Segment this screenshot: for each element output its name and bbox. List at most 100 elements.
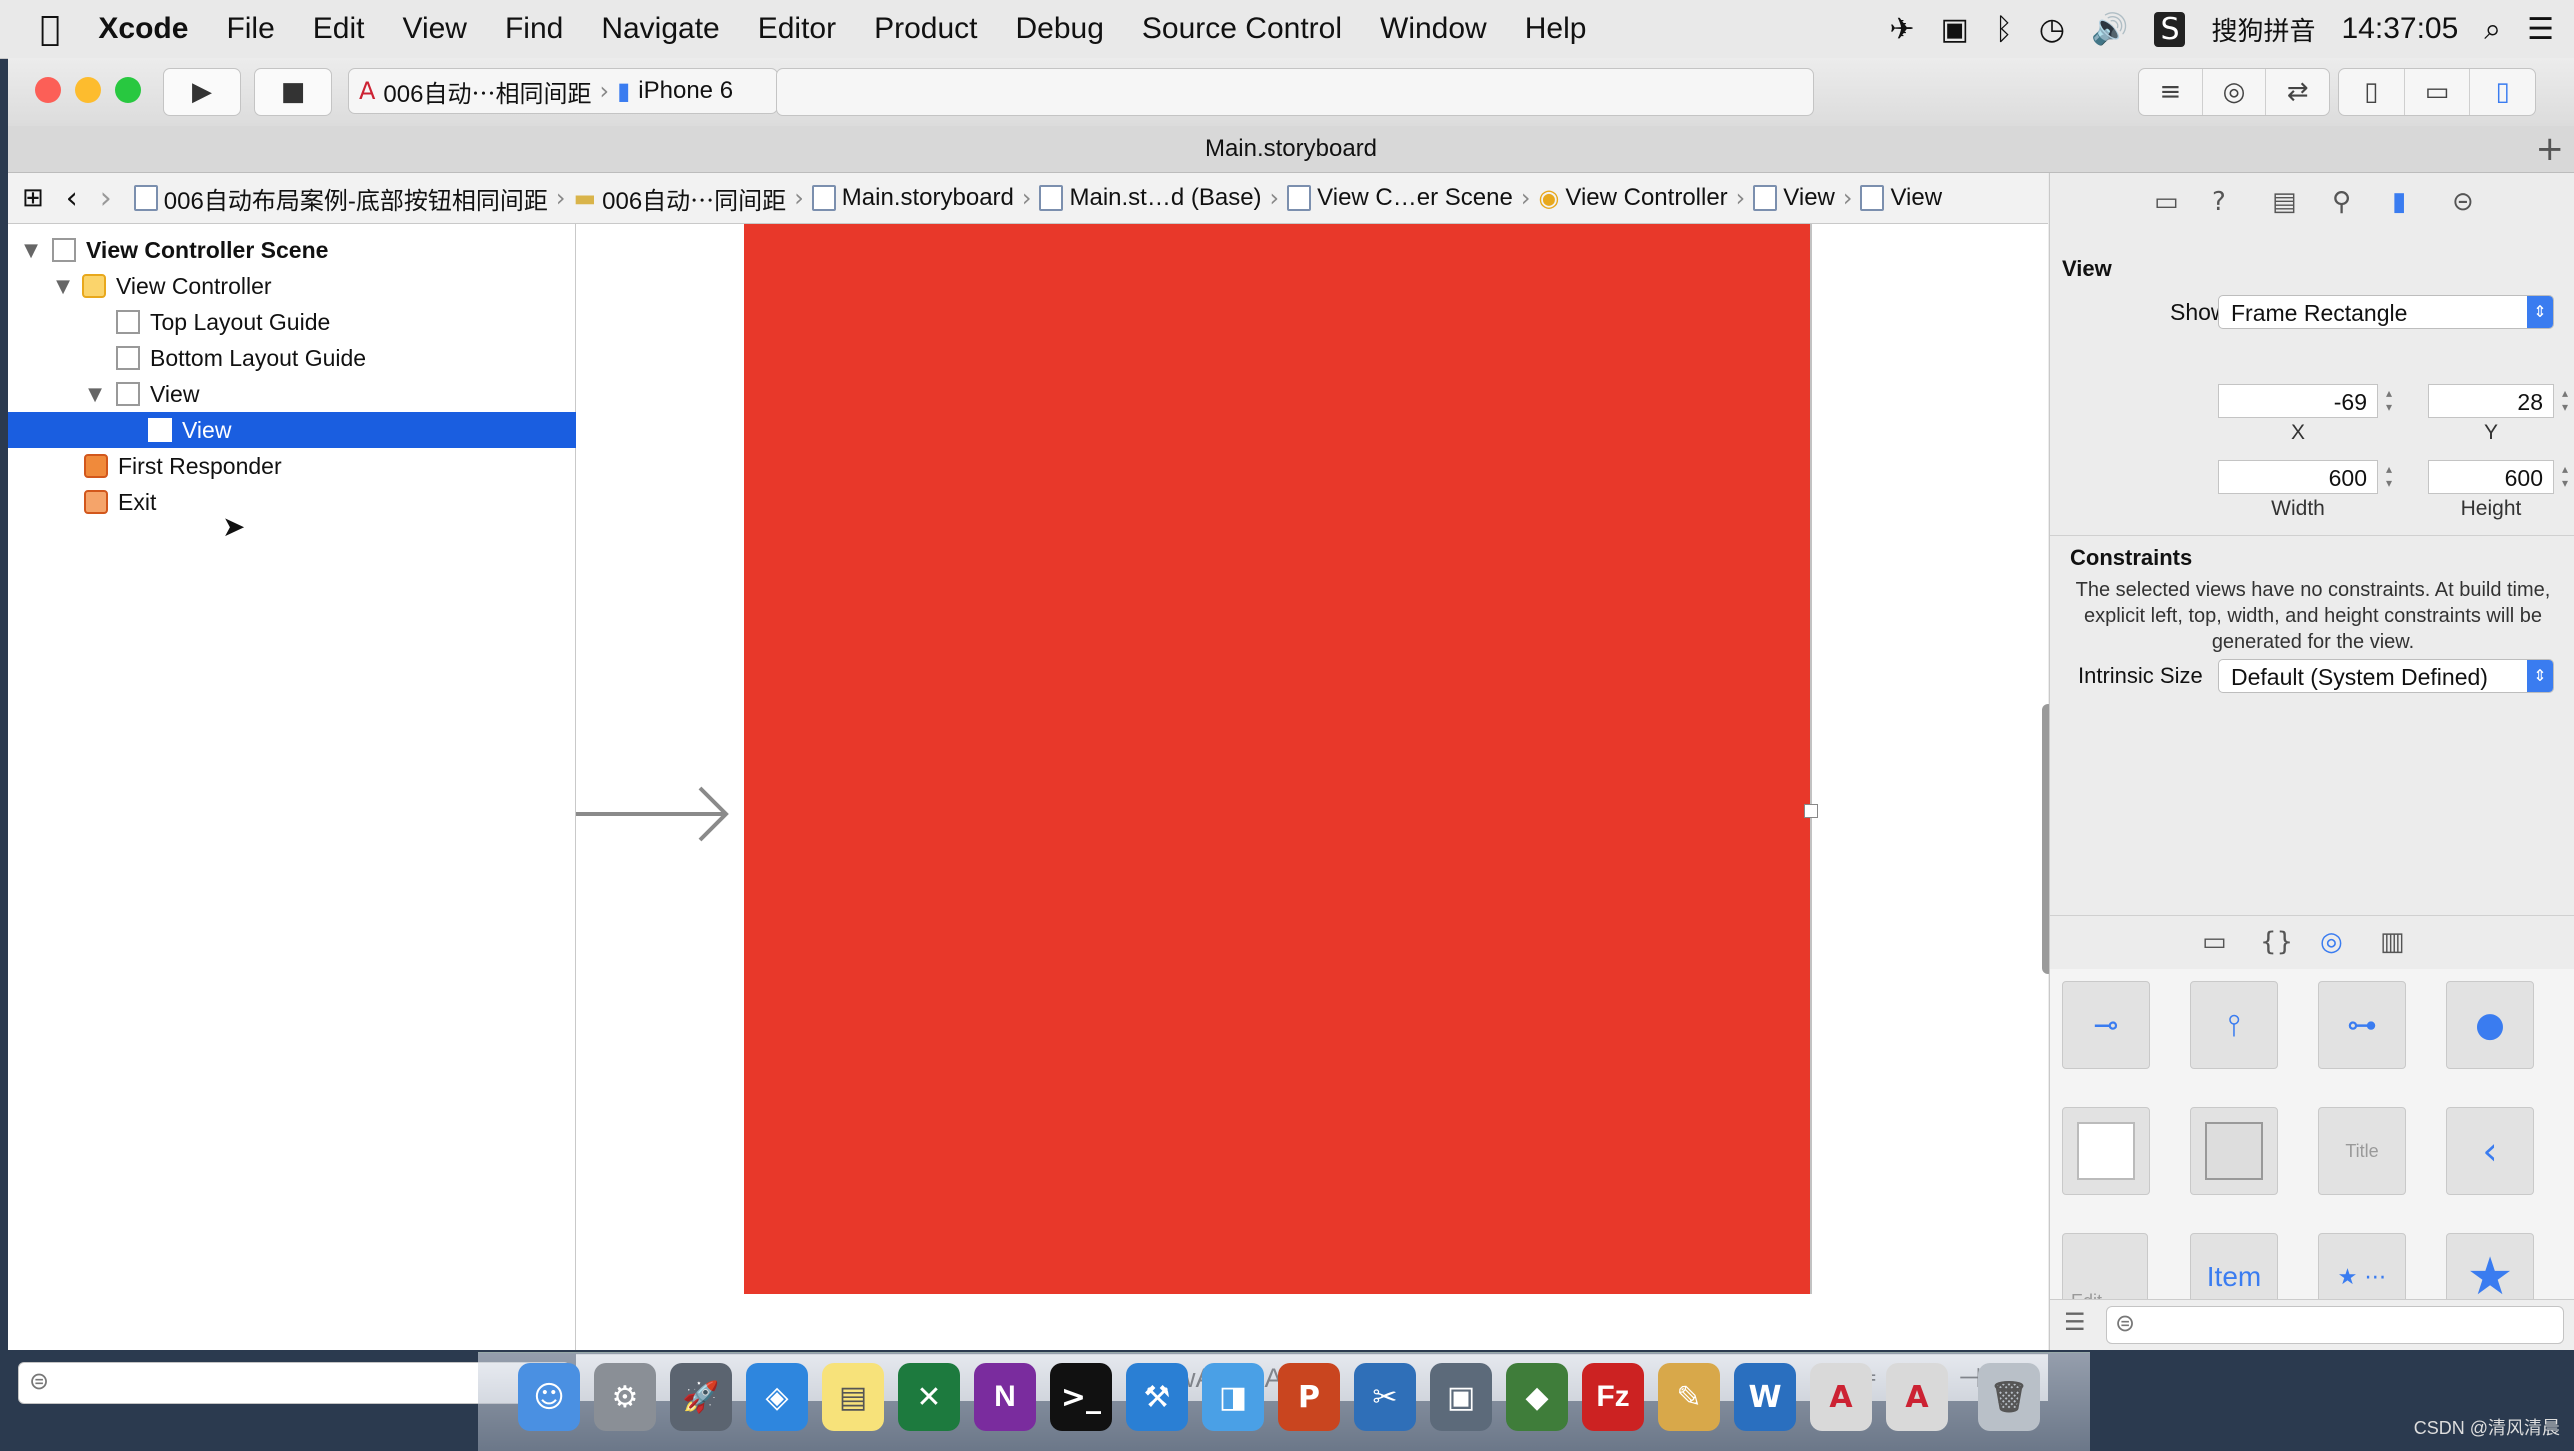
- file-inspector-icon[interactable]: ▭: [2154, 187, 2179, 217]
- filezilla-icon[interactable]: Fz: [1582, 1363, 1644, 1431]
- width-stepper[interactable]: ▴ ▾: [2382, 462, 2396, 492]
- identity-inspector-icon[interactable]: ▤: [2272, 187, 2297, 217]
- screenshot-tool-icon[interactable]: ✂: [1354, 1363, 1416, 1431]
- script-editor-icon[interactable]: ✎: [1658, 1363, 1720, 1431]
- outline-item-view-controller[interactable]: ▼ View Controller: [8, 268, 619, 304]
- back-icon[interactable]: ‹: [48, 181, 82, 216]
- assistant-editor-icon[interactable]: ◎: [2203, 69, 2267, 115]
- xcode-icon[interactable]: ⚒: [1126, 1363, 1188, 1431]
- outline-item-exit[interactable]: Exit: [8, 484, 651, 520]
- library-slider[interactable]: ⊸: [2062, 981, 2150, 1069]
- app-installer-icon[interactable]: A: [1886, 1363, 1948, 1431]
- resize-handle[interactable]: [1804, 804, 1818, 818]
- file-template-library-icon[interactable]: ▭: [2202, 927, 2227, 957]
- quick-help-icon[interactable]: ?: [2212, 187, 2226, 217]
- attributes-inspector-icon[interactable]: ⚲: [2332, 187, 2351, 217]
- outline-item-scene[interactable]: ▼ View Controller Scene: [8, 232, 587, 268]
- jump-view-controller[interactable]: ◉ View Controller: [1534, 184, 1731, 212]
- add-tab-icon[interactable]: +: [2536, 126, 2565, 172]
- stop-button[interactable]: ■: [254, 68, 332, 116]
- menu-edit[interactable]: Edit: [294, 12, 384, 46]
- menu-file[interactable]: File: [207, 12, 293, 46]
- library-container-view[interactable]: [2190, 1107, 2278, 1195]
- bluetooth-icon[interactable]: ᛒ: [1995, 12, 2013, 47]
- selected-red-view[interactable]: [744, 224, 1812, 1294]
- menu-help[interactable]: Help: [1506, 12, 1606, 46]
- jump-view[interactable]: View: [1749, 184, 1839, 212]
- width-field[interactable]: 600: [2218, 460, 2378, 494]
- run-button[interactable]: ▶: [163, 68, 241, 116]
- input-method-label[interactable]: 搜狗拼音: [2211, 11, 2315, 48]
- scheme-selector[interactable]: A 006自动⋯相同间距 › ▮ iPhone 6: [348, 68, 778, 114]
- disclosure-open-icon[interactable]: ▼: [20, 240, 42, 261]
- word-icon[interactable]: W: [1734, 1363, 1796, 1431]
- library-back-item[interactable]: ‹: [2446, 1107, 2534, 1195]
- storyboard-canvas[interactable]: ▯ wAny hAny ⊫ ⊢ ⊣ ⊡: [576, 224, 2054, 1401]
- launchpad-icon[interactable]: 🚀: [670, 1363, 732, 1431]
- version-editor-icon[interactable]: ⇄: [2266, 69, 2329, 115]
- list-view-toggle-icon[interactable]: ☰: [2064, 1308, 2086, 1336]
- terminal-icon[interactable]: >_: [1050, 1363, 1112, 1431]
- library-progress[interactable]: ⫯: [2190, 981, 2278, 1069]
- library-view[interactable]: [2062, 1107, 2150, 1195]
- jump-storyboard-base[interactable]: Main.st…d (Base): [1035, 184, 1265, 212]
- menu-product[interactable]: Product: [855, 12, 996, 46]
- migration-icon[interactable]: ◆: [1506, 1363, 1568, 1431]
- code-snippet-library-icon[interactable]: {}: [2260, 927, 2293, 957]
- jump-storyboard[interactable]: Main.storyboard: [808, 184, 1018, 212]
- minimize-window-button[interactable]: [75, 77, 101, 103]
- intrinsic-size-popup[interactable]: Default (System Defined) ⇕: [2218, 659, 2554, 693]
- apple-menu-icon[interactable]: : [0, 9, 79, 49]
- size-inspector-icon[interactable]: ▮: [2392, 187, 2406, 217]
- menu-navigate[interactable]: Navigate: [582, 12, 738, 46]
- height-field[interactable]: 600: [2428, 460, 2554, 494]
- spotlight-search-icon[interactable]: ⌕: [2484, 12, 2501, 47]
- jump-group[interactable]: ▬ 006自动⋯同间距: [569, 181, 790, 216]
- library-filter-field[interactable]: ⊜: [2106, 1306, 2564, 1344]
- x-field[interactable]: -69: [2218, 384, 2378, 418]
- notes-icon[interactable]: ▤: [822, 1363, 884, 1431]
- related-items-icon[interactable]: ⊞: [8, 183, 48, 213]
- forward-icon[interactable]: ›: [82, 181, 116, 216]
- outline-item-view[interactable]: ▼ View: [8, 376, 651, 412]
- trash-icon[interactable]: 🗑: [1978, 1363, 2040, 1431]
- menu-editor[interactable]: Editor: [739, 12, 855, 46]
- utilities-toggle-icon[interactable]: ▯: [2470, 69, 2535, 115]
- photo-booth-icon[interactable]: ▣: [1430, 1363, 1492, 1431]
- notification-center-icon[interactable]: ☰: [2527, 12, 2554, 47]
- disclosure-open-icon[interactable]: ▼: [52, 276, 74, 297]
- library-switch[interactable]: ⊶: [2318, 981, 2406, 1069]
- close-window-button[interactable]: [35, 77, 61, 103]
- y-field[interactable]: 28: [2428, 384, 2554, 418]
- jump-scene[interactable]: View C…er Scene: [1283, 184, 1517, 212]
- powerpoint-icon[interactable]: P: [1278, 1363, 1340, 1431]
- airplane-icon[interactable]: ✈: [1889, 12, 1914, 47]
- tab-main-storyboard[interactable]: Main.storyboard: [1205, 135, 1377, 162]
- library-navigation-item[interactable]: Title: [2318, 1107, 2406, 1195]
- menu-source-control[interactable]: Source Control: [1123, 12, 1361, 46]
- disclosure-open-icon[interactable]: ▼: [84, 384, 106, 405]
- menubar-clock[interactable]: 14:37:05: [2342, 12, 2459, 46]
- library-activity[interactable]: ●: [2446, 981, 2534, 1069]
- menu-window[interactable]: Window: [1361, 12, 1506, 46]
- menu-debug[interactable]: Debug: [997, 12, 1123, 46]
- volume-icon[interactable]: 🔊: [2091, 12, 2128, 47]
- x-stepper[interactable]: ▴ ▾: [2382, 386, 2396, 416]
- object-library-icon[interactable]: ◎: [2320, 927, 2343, 957]
- jump-project[interactable]: 006自动布局案例-底部按钮相同间距: [116, 181, 552, 216]
- standard-editor-icon[interactable]: ≡: [2139, 69, 2203, 115]
- camera-icon[interactable]: ▣: [1941, 12, 1969, 47]
- safari-icon[interactable]: ◈: [746, 1363, 808, 1431]
- show-popup[interactable]: Frame Rectangle ⇕: [2218, 295, 2554, 329]
- system-preferences-icon[interactable]: ⚙: [594, 1363, 656, 1431]
- outline-item-first-responder[interactable]: First Responder: [8, 448, 651, 484]
- debug-area-toggle-icon[interactable]: ▭: [2405, 69, 2471, 115]
- connections-inspector-icon[interactable]: ⊝: [2452, 187, 2474, 217]
- preview-icon[interactable]: ◨: [1202, 1363, 1264, 1431]
- navigator-toggle-icon[interactable]: ▯: [2339, 69, 2405, 115]
- y-stepper[interactable]: ▴ ▾: [2558, 386, 2572, 416]
- height-stepper[interactable]: ▴ ▾: [2558, 462, 2572, 492]
- onenote-icon[interactable]: N: [974, 1363, 1036, 1431]
- app-installer-icon[interactable]: A: [1810, 1363, 1872, 1431]
- time-machine-icon[interactable]: ◷: [2039, 12, 2065, 47]
